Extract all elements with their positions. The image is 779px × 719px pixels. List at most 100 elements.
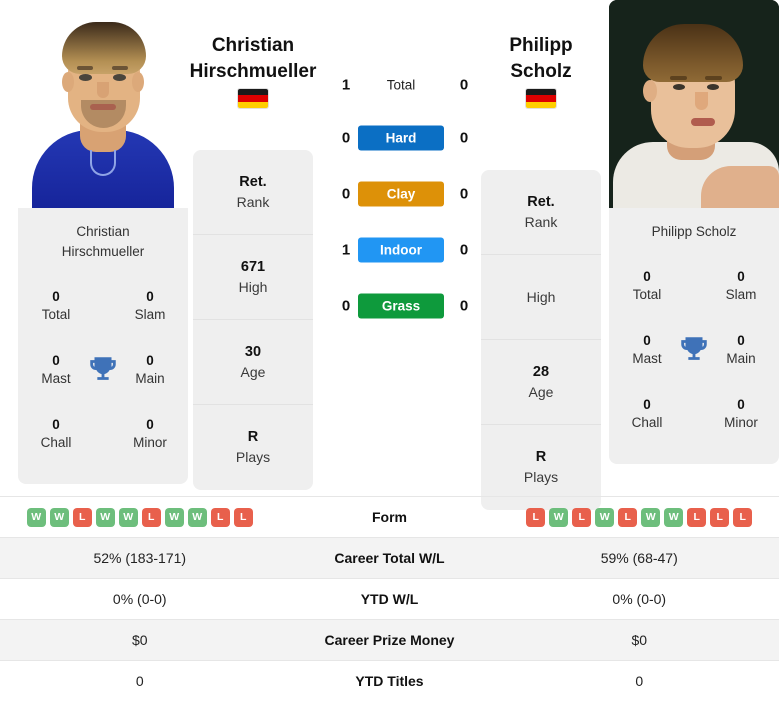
player-name-card-right: Philipp Scholz (609, 208, 779, 246)
form-cell-left: WWLWWLWWLL (0, 507, 280, 527)
h2h-surface-grass: Grass (358, 293, 444, 319)
cell-right-career-total-w-l: 59% (68-47) (600, 550, 678, 566)
h2h-surface-clay: Clay (358, 181, 444, 207)
form-badge-win[interactable]: W (26, 507, 46, 527)
comparison-header: Christian Hirschmueller 0 Total 0 Slam 0… (0, 0, 779, 510)
player-photo-left (18, 0, 188, 208)
form-badge-win[interactable]: W (187, 507, 207, 527)
titles-slam-right: 0 Slam (725, 269, 757, 302)
form-badge-win[interactable]: W (641, 507, 661, 527)
comparison-table: W W L W W L W W L L Form L W L W L W W L L L 52% (183-171) Car… (0, 496, 779, 701)
stat-high-left: 671 High (193, 235, 313, 320)
form-badge-loss[interactable]: L (526, 507, 546, 527)
titles-main-left: 0 Main (135, 353, 165, 386)
titles-chall-right: 0 Chall (631, 397, 663, 430)
h2h-score-right-clay: 0 (459, 185, 469, 203)
row-label-career-total-w-l: Career Total W/L (334, 550, 445, 566)
h2h-row-hard: 0 Hard 0 (325, 110, 485, 166)
titles-chall-left: 0 Chall (40, 417, 72, 450)
cell-left-ytd-w-l: 0% (0-0) (112, 591, 167, 607)
player-stats-left: Ret. Rank 671 High 30 Age R Plays (193, 150, 313, 490)
cell-left-career-total-w-l: 52% (183-171) (93, 550, 187, 566)
trophy-icon (86, 353, 120, 387)
stat-rank-right: Ret. Rank (481, 170, 601, 255)
form-badge-loss[interactable]: L (572, 507, 592, 527)
h2h-total-label: Total (386, 77, 416, 93)
table-row-ytd-w-l: 0% (0-0) YTD W/L 0% (0-0) (0, 578, 779, 619)
stat-high-right: High (481, 255, 601, 340)
titles-card-right: 0 Total 0 Slam 0 Mast 0 Main 0 Chall 0 M… (609, 246, 779, 464)
stat-age-left: 30 Age (193, 320, 313, 405)
row-label-form: Form (372, 509, 407, 525)
h2h-score-right-hard: 0 (459, 129, 469, 147)
player-name-line1-left: Christian (76, 224, 130, 239)
h2h-row-grass: 0 Grass 0 (325, 278, 485, 334)
h2h-surface-hard: Hard (358, 125, 444, 151)
form-badge-loss[interactable]: L (710, 507, 730, 527)
titles-mast-left: 0 Mast (41, 353, 71, 386)
stat-plays-left: R Plays (235, 429, 271, 465)
player-first-name-right: Philipp (509, 35, 573, 56)
cell-right-career-prize-money: $0 (631, 632, 648, 648)
player-title-left[interactable]: Christian Hirschmueller (158, 33, 348, 85)
h2h-score-right-total: 0 (459, 76, 469, 94)
player-first-name-left: Christian (211, 35, 295, 56)
h2h-score-left-indoor: 1 (341, 241, 351, 259)
titles-slam-left: 0 Slam (134, 289, 166, 322)
titles-total-left: 0 Total (41, 289, 71, 322)
player-stats-right: Ret. Rank High 28 Age R Plays (481, 170, 601, 510)
h2h-score-right-indoor: 0 (459, 241, 469, 259)
form-badge-loss[interactable]: L (618, 507, 638, 527)
form-badge-win[interactable]: W (49, 507, 69, 527)
cell-left-ytd-titles: 0 (135, 673, 144, 689)
cell-right-ytd-titles: 0 (635, 673, 644, 689)
row-label-ytd-titles: YTD Titles (355, 673, 424, 689)
stat-rank-left: Ret. Rank (193, 150, 313, 235)
form-strip-right: LWLWLWWLLL (500, 507, 779, 527)
trophy-icon (677, 333, 711, 367)
h2h-score-left-hard: 0 (341, 129, 351, 147)
h2h-score-left-clay: 0 (341, 185, 351, 203)
stat-age-right: 28 Age (481, 340, 601, 425)
form-badge-loss[interactable]: L (210, 507, 230, 527)
table-row-career-total-w-l: 52% (183-171) Career Total W/L 59% (68-47) (0, 537, 779, 578)
titles-total-right: 0 Total (632, 269, 662, 302)
form-strip-left: WWLWWLWWLL (0, 507, 280, 527)
player-photo-right (609, 0, 779, 208)
form-badge-loss[interactable]: L (141, 507, 161, 527)
h2h-row-indoor: 1 Indoor 0 (325, 222, 485, 278)
form-badge-win[interactable]: W (549, 507, 569, 527)
head-to-head-panel: 1 Total 0 0 Hard 0 0 Clay 0 1 Indoor 0 0 Grass 0 (325, 60, 485, 334)
cell-left-career-prize-money: $0 (131, 632, 148, 648)
form-badge-loss[interactable]: L (233, 507, 253, 527)
germany-flag-icon (526, 89, 556, 108)
h2h-score-right-grass: 0 (459, 297, 469, 315)
player-last-name-left: Hirschmueller (189, 61, 317, 82)
h2h-score-left-grass: 0 (341, 297, 351, 315)
player-comparison-page: Christian Hirschmueller 0 Total 0 Slam 0… (0, 0, 779, 719)
form-badge-loss[interactable]: L (72, 507, 92, 527)
form-cell-right: LWLWLWWLLL (500, 507, 779, 527)
titles-mast-right: 0 Mast (632, 333, 662, 366)
h2h-surface-indoor: Indoor (358, 237, 444, 263)
h2h-row-clay: 0 Clay 0 (325, 166, 485, 222)
form-badge-win[interactable]: W (118, 507, 138, 527)
titles-minor-left: 0 Minor (133, 417, 167, 450)
player-name-line2-left: Hirschmueller (61, 244, 145, 259)
form-badge-win[interactable]: W (164, 507, 184, 527)
table-row-ytd-titles: 0 YTD Titles 0 (0, 660, 779, 701)
table-row-career-prize-money: $0 Career Prize Money $0 (0, 619, 779, 660)
form-badge-loss[interactable]: L (687, 507, 707, 527)
titles-minor-right: 0 Minor (724, 397, 758, 430)
form-badge-win[interactable]: W (595, 507, 615, 527)
form-badge-loss[interactable]: L (733, 507, 753, 527)
row-label-ytd-w-l: YTD W/L (360, 591, 419, 607)
h2h-row-total: 1 Total 0 (325, 60, 485, 110)
table-row-form: W W L W W L W W L L Form L W L W L W W L L L (0, 496, 779, 537)
germany-flag-icon (238, 89, 268, 108)
form-badge-win[interactable]: W (664, 507, 684, 527)
row-label-career-prize-money: Career Prize Money (324, 632, 455, 648)
form-badge-win[interactable]: W (95, 507, 115, 527)
player-name-card-left: Christian Hirschmueller (18, 208, 188, 266)
titles-card-left: 0 Total 0 Slam 0 Mast 0 Main 0 Chall 0 M… (18, 266, 188, 484)
